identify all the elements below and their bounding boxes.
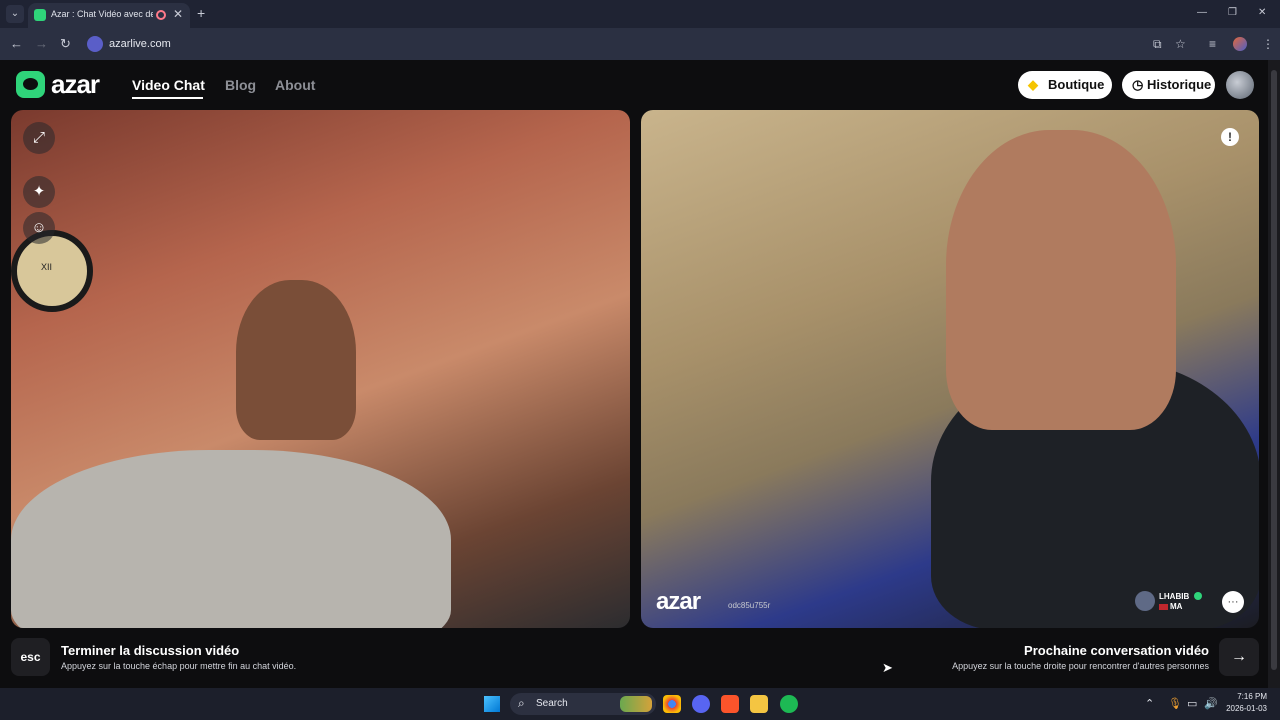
face-icon[interactable]: ☺: [23, 212, 55, 244]
file-explorer-taskbar-icon[interactable]: [750, 695, 768, 713]
tray-overflow-icon[interactable]: ⌃: [1145, 697, 1154, 710]
self-person-body: [11, 450, 451, 628]
verified-badge-icon: [1194, 592, 1202, 600]
tab-title: Azar : Chat Vidéo avec de n: [51, 9, 153, 19]
next-chat-button[interactable]: →: [1219, 638, 1259, 676]
new-tab-button[interactable]: +: [197, 5, 205, 21]
browser-tabstrip: ⌄ Azar : Chat Vidéo avec de n ✕ + — ❐ ✕: [0, 0, 1280, 28]
windows-taskbar: ⌕ Search ⌃ 🎙 ▭ 🔊 7:16 PM 2026-01-03: [0, 688, 1280, 720]
boutique-button[interactable]: ◆ Boutique: [1018, 71, 1112, 99]
search-highlight-image: [620, 696, 652, 712]
network-icon[interactable]: ▭: [1187, 697, 1197, 710]
nav-about[interactable]: About: [275, 77, 315, 93]
more-menu-icon[interactable]: ⋮: [1262, 37, 1274, 51]
clock-time[interactable]: 7:16 PM: [1231, 692, 1267, 701]
report-icon[interactable]: !: [1221, 128, 1239, 146]
bookmark-star-icon[interactable]: ☆: [1175, 37, 1186, 51]
scrollbar-thumb[interactable]: [1271, 70, 1277, 670]
peer-video-feed: ! azar odc85u755r LHABIB MA ···: [641, 110, 1259, 628]
peer-country: MA: [1159, 602, 1182, 611]
minimize-icon[interactable]: —: [1197, 7, 1207, 18]
diamond-icon: ◆: [1028, 77, 1038, 92]
search-icon: ⌕: [518, 696, 525, 710]
site-info-icon[interactable]: [87, 36, 103, 52]
tab-search-icon[interactable]: ⌄: [6, 5, 24, 23]
taskbar-search[interactable]: ⌕ Search: [510, 693, 656, 715]
azar-logo-text[interactable]: azar: [51, 69, 100, 100]
historique-button[interactable]: ◷ Historique: [1122, 71, 1215, 99]
boutique-label: Boutique: [1048, 77, 1105, 92]
chat-bubble-icon[interactable]: ···: [1222, 591, 1244, 613]
peer-country-code: MA: [1170, 602, 1183, 611]
browser-toolbar: ← → ↻ azarlive.com ⧉ ☆ ≡ ⋮: [0, 28, 1280, 60]
self-video-feed: XII ⤢ ✦ ☺: [11, 110, 630, 628]
forward-icon[interactable]: →: [35, 36, 48, 51]
wall-clock: XII: [11, 230, 93, 312]
browser-tab[interactable]: Azar : Chat Vidéo avec de n ✕: [28, 3, 190, 28]
reload-icon[interactable]: ↻: [60, 36, 71, 52]
profile-avatar[interactable]: [1233, 37, 1247, 51]
end-chat-subtitle: Appuyez sur la touche échap pour mettre …: [61, 661, 297, 671]
end-chat-title: Terminer la discussion vidéo: [61, 643, 240, 658]
azar-app: azar Video Chat Blog About ◆ Boutique ◷ …: [0, 60, 1268, 688]
clock-icon: ◷: [1132, 77, 1144, 92]
recording-indicator-icon: [156, 10, 166, 20]
expand-icon[interactable]: ⤢: [23, 122, 55, 154]
microphone-icon[interactable]: 🎙: [1168, 697, 1182, 710]
media-controls-icon[interactable]: ≡: [1209, 37, 1216, 51]
user-avatar[interactable]: [1226, 71, 1254, 99]
install-app-icon[interactable]: ⧉: [1153, 37, 1162, 52]
clock-date[interactable]: 2026-01-03: [1222, 704, 1267, 713]
next-chat-title: Prochaine conversation vidéo: [1024, 643, 1209, 658]
back-icon[interactable]: ←: [10, 36, 23, 51]
peer-avatar[interactable]: [1135, 591, 1155, 611]
azar-favicon-icon: [34, 9, 46, 21]
self-person-head: [236, 280, 356, 440]
clock-numeral: XII: [41, 262, 53, 272]
chrome-taskbar-icon[interactable]: [663, 695, 681, 713]
historique-label: Historique: [1147, 77, 1212, 92]
tab-close-icon[interactable]: ✕: [173, 7, 183, 21]
next-chat-subtitle: Appuyez sur la touche droite pour rencon…: [952, 661, 1209, 671]
peer-name[interactable]: LHABIB: [1159, 592, 1189, 601]
morocco-flag-icon: [1159, 603, 1168, 610]
volume-icon[interactable]: 🔊: [1204, 697, 1218, 710]
esc-key-button[interactable]: esc: [11, 638, 50, 676]
nav-blog[interactable]: Blog: [225, 77, 256, 93]
nav-active-underline: [132, 97, 203, 99]
restore-icon[interactable]: ❐: [1228, 7, 1237, 18]
discord-taskbar-icon[interactable]: [692, 695, 710, 713]
url-field[interactable]: azarlive.com: [109, 38, 171, 50]
window-close-icon[interactable]: ✕: [1258, 7, 1266, 18]
sparkles-icon[interactable]: ✦: [23, 176, 55, 208]
peer-person-head: [946, 130, 1176, 430]
mouse-cursor-icon: ➤: [882, 660, 893, 675]
azar-logo-icon[interactable]: [16, 71, 45, 98]
azar-watermark: azar: [656, 588, 701, 615]
search-label: Search: [536, 698, 568, 709]
spotify-taskbar-icon[interactable]: [780, 695, 798, 713]
nav-video-chat[interactable]: Video Chat: [132, 77, 205, 93]
stream-id: odc85u755r: [728, 601, 771, 610]
brave-taskbar-icon[interactable]: [721, 695, 739, 713]
windows-start-icon[interactable]: [484, 696, 500, 712]
page-scrollbar[interactable]: [1268, 60, 1280, 688]
